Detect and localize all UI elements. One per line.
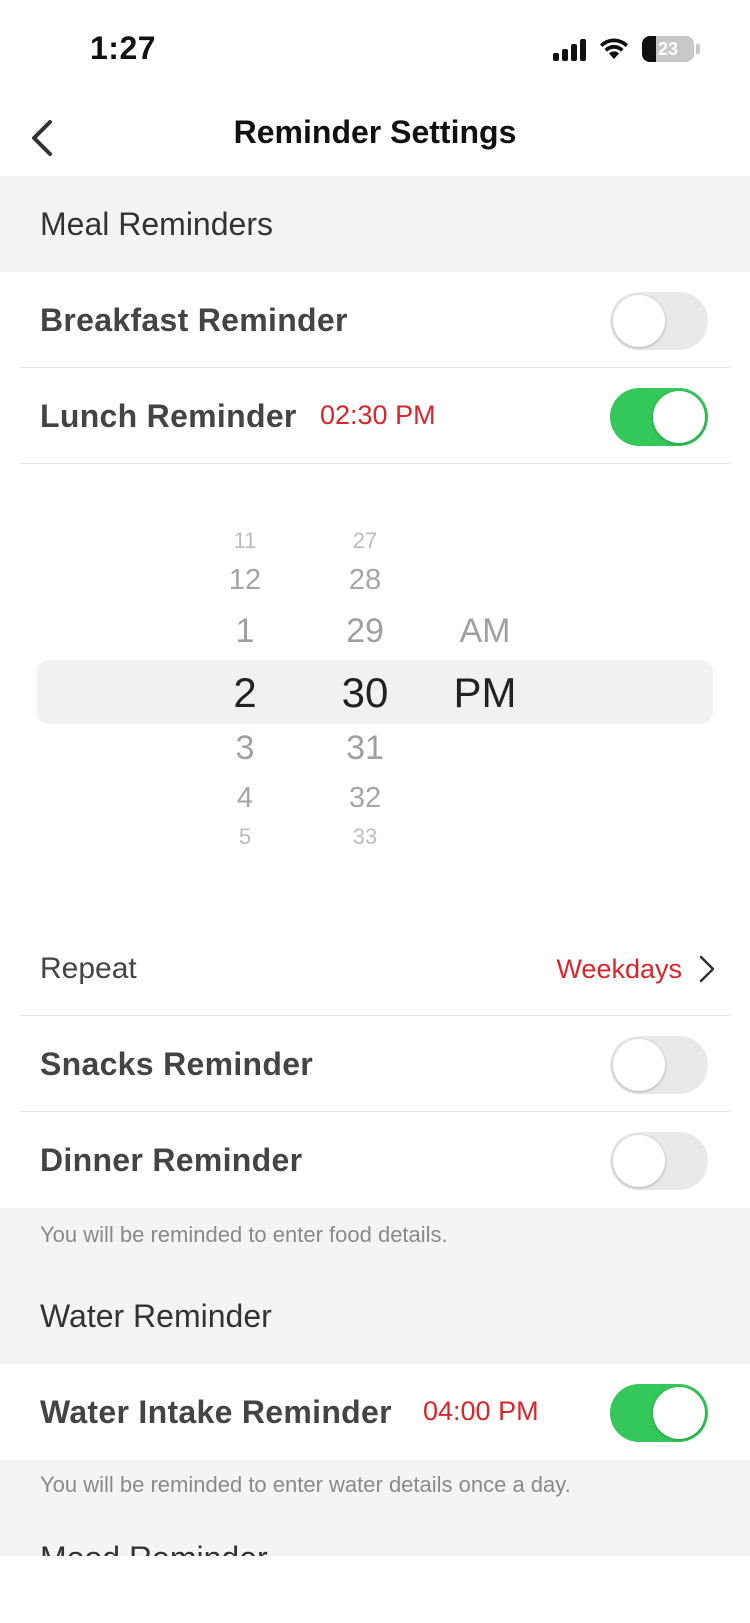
status-time: 1:27	[90, 30, 157, 66]
lunch-reminder-toggle[interactable]	[610, 388, 708, 446]
water-footnote-text: You will be reminded to enter water deta…	[40, 1472, 571, 1497]
repeat-label: Repeat	[40, 952, 137, 985]
water-footnote: You will be reminded to enter water deta…	[0, 1460, 750, 1500]
picker-minute-option: 33	[352, 824, 378, 849]
breakfast-reminder-label: Breakfast Reminder	[40, 302, 348, 338]
battery-tip	[696, 44, 700, 54]
water-intake-reminder-time[interactable]: 04:00 PM	[423, 1396, 539, 1427]
water-intake-reminder-toggle[interactable]	[610, 1384, 708, 1442]
wifi-icon	[598, 37, 630, 61]
time-picker[interactable]: 11 12 1 2 3 4 5 27 28 29 30 31 32 33 AM …	[0, 466, 750, 906]
minute-wheel[interactable]: 27 28 29 30 31 32 33	[315, 466, 415, 906]
lunch-reminder-time[interactable]: 02:30 PM	[320, 400, 436, 431]
battery-level: 23	[657, 38, 679, 59]
picker-hour-selected: 2	[233, 669, 257, 716]
meal-footnote-text: You will be reminded to enter food detai…	[40, 1222, 448, 1247]
divider	[20, 463, 730, 464]
picker-minute-option: 29	[346, 612, 384, 650]
hour-wheel[interactable]: 11 12 1 2 3 4 5	[195, 466, 295, 906]
picker-period-option: AM	[459, 612, 511, 650]
breakfast-reminder-row: Breakfast Reminder	[0, 272, 750, 368]
picker-minute-option: 28	[348, 564, 382, 596]
snacks-reminder-toggle[interactable]	[610, 1036, 708, 1094]
section-header-mood: Mood Reminder	[0, 1500, 750, 1556]
picker-hour-option: 11	[233, 528, 257, 553]
water-intake-reminder-label: Water Intake Reminder	[40, 1394, 392, 1430]
repeat-value: Weekdays	[556, 954, 682, 984]
dinner-reminder-label: Dinner Reminder	[40, 1142, 303, 1178]
picker-minute-option: 31	[346, 729, 384, 767]
section-title-water: Water Reminder	[40, 1298, 272, 1334]
dinner-reminder-toggle[interactable]	[610, 1132, 708, 1190]
status-bar: 1:27 23	[0, 0, 750, 100]
status-icons: 23	[553, 36, 700, 62]
section-header-meal: Meal Reminders	[0, 176, 750, 272]
snacks-reminder-row: Snacks Reminder	[0, 1016, 750, 1112]
navigation-bar: Reminder Settings	[0, 100, 750, 176]
picker-hour-option: 4	[236, 782, 254, 814]
water-intake-reminder-row: Water Intake Reminder 04:00 PM	[0, 1364, 750, 1460]
page-title: Reminder Settings	[233, 114, 517, 150]
lunch-reminder-label: Lunch Reminder	[40, 398, 297, 434]
meal-footnote: You will be reminded to enter food detai…	[0, 1208, 750, 1264]
picker-hour-option: 5	[238, 824, 252, 849]
section-title-mood: Mood Reminder	[40, 1540, 268, 1556]
picker-hour-option: 1	[235, 612, 255, 650]
snacks-reminder-label: Snacks Reminder	[40, 1046, 314, 1082]
section-title-meal: Meal Reminders	[40, 206, 273, 242]
dinner-reminder-row: Dinner Reminder	[0, 1112, 750, 1208]
repeat-row[interactable]: Repeat Weekdays	[0, 920, 750, 1016]
home-indicator-area	[0, 1556, 750, 1623]
period-wheel[interactable]: AM PM	[435, 466, 535, 906]
lunch-reminder-row: Lunch Reminder 02:30 PM	[0, 368, 750, 464]
battery-icon: 23	[642, 36, 694, 62]
picker-minute-option: 32	[348, 782, 382, 814]
picker-hour-option: 3	[235, 729, 255, 767]
cellular-signal-icon	[553, 37, 586, 61]
section-header-water: Water Reminder	[0, 1264, 750, 1364]
picker-minute-option: 27	[352, 528, 378, 553]
picker-minute-selected: 30	[341, 669, 389, 716]
chevron-right-icon	[699, 955, 715, 983]
picker-hour-option: 12	[228, 564, 262, 596]
breakfast-reminder-toggle[interactable]	[610, 292, 708, 350]
picker-period-selected: PM	[453, 669, 517, 716]
